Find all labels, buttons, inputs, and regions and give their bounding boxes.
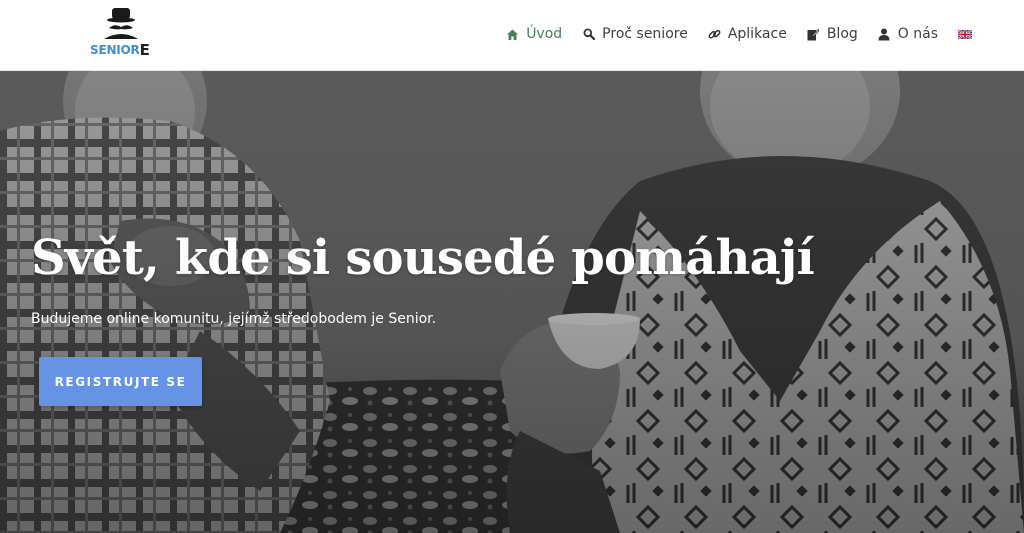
- nav-item-uvod[interactable]: Úvod: [506, 26, 562, 42]
- user-icon: [878, 27, 891, 41]
- nav-item-blog[interactable]: Blog: [807, 26, 858, 42]
- link-icon: [708, 27, 721, 41]
- home-icon: [506, 27, 519, 41]
- edit-icon: [807, 27, 820, 41]
- search-icon: [582, 27, 595, 41]
- site-logo[interactable]: SENIORE: [88, 8, 158, 59]
- hero-background-photo: [0, 71, 1024, 533]
- hero-subtitle: Budujeme online komunitu, jejímž středob…: [31, 311, 437, 327]
- nav-item-label: O nás: [897, 26, 938, 42]
- senior-hat-mustache-icon: [104, 8, 138, 39]
- uk-flag-icon[interactable]: [958, 29, 972, 39]
- hero-section: Svět, kde si sousedé pomáhají Budujeme o…: [0, 71, 1024, 533]
- hero-title: Svět, kde si sousedé pomáhají: [31, 230, 815, 286]
- nav-item-label: Blog: [826, 26, 858, 42]
- nav-item-label: Aplikace: [727, 26, 787, 42]
- logo-wordmark: SENIORE: [90, 41, 150, 59]
- main-navigation: Úvod Proč seniore Aplikace Blog O nás: [486, 26, 972, 42]
- nav-item-aplikace[interactable]: Aplikace: [708, 26, 787, 42]
- site-header: SENIORE Úvod Proč seniore Aplikace Blog …: [0, 0, 1024, 71]
- register-button[interactable]: REGISTRUJTE SE: [39, 357, 202, 406]
- nav-item-label: Úvod: [526, 26, 563, 42]
- nav-item-proc-seniore[interactable]: Proč seniore: [582, 26, 688, 42]
- nav-item-o-nas[interactable]: O nás: [878, 26, 938, 42]
- nav-item-label: Proč seniore: [602, 26, 688, 42]
